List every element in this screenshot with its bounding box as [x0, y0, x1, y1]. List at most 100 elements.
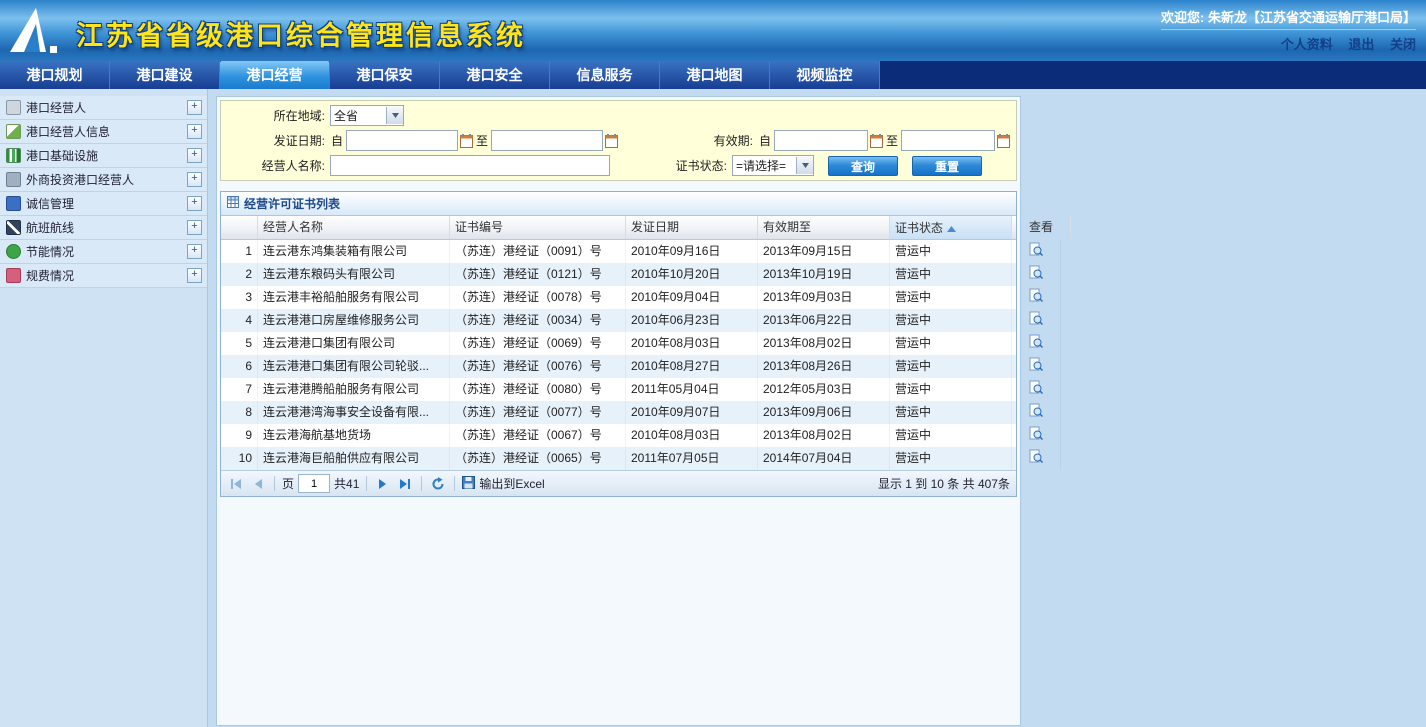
- region-select[interactable]: 全省: [330, 105, 404, 126]
- next-page-button[interactable]: [374, 475, 392, 493]
- cell-status: 营运中: [890, 286, 1012, 309]
- column-header-issue-date[interactable]: 发证日期: [626, 216, 758, 239]
- cell-cert-no: （苏连）港经证（0121）号: [450, 263, 626, 286]
- magnifier-icon: [1029, 356, 1043, 378]
- refresh-button[interactable]: [429, 475, 447, 493]
- first-page-button[interactable]: [227, 475, 245, 493]
- nav-tab-port-map[interactable]: 港口地图: [660, 61, 770, 89]
- cell-operator-name: 连云港港口集团有限公司轮驳...: [258, 355, 450, 378]
- nav-tab-port-safety[interactable]: 港口安全: [440, 61, 550, 89]
- table-row[interactable]: 10 连云港海巨船舶供应有限公司 （苏连）港经证（0065）号 2011年07月…: [221, 447, 1016, 470]
- cell-valid-until: 2014年07月04日: [758, 447, 890, 470]
- expand-button[interactable]: +: [187, 124, 202, 139]
- sidebar-item-energy-saving[interactable]: 节能情况 +: [0, 240, 207, 264]
- magnifier-icon: [1029, 310, 1043, 332]
- validity-from-input[interactable]: [774, 130, 868, 151]
- view-button[interactable]: [1012, 309, 1061, 332]
- view-button[interactable]: [1012, 355, 1061, 378]
- pagination-bar: 页 共41 输出到Excel: [221, 470, 1016, 496]
- operator-name-input[interactable]: [330, 155, 610, 176]
- calendar-icon[interactable]: [460, 134, 473, 148]
- main-panel: 所在地域: 全省 发证日期: 自 至: [216, 96, 1021, 726]
- view-button[interactable]: [1012, 240, 1061, 263]
- cell-operator-name: 连云港海巨船舶供应有限公司: [258, 447, 450, 470]
- issue-date-from-input[interactable]: [346, 130, 458, 151]
- nav-tab-port-planning[interactable]: 港口规划: [0, 61, 110, 89]
- sidebar-item-credit-management[interactable]: 诚信管理 +: [0, 192, 207, 216]
- export-excel-button[interactable]: 输出到Excel: [462, 475, 544, 492]
- fee-icon: [6, 268, 21, 283]
- expand-button[interactable]: +: [187, 100, 202, 115]
- view-button[interactable]: [1012, 401, 1061, 424]
- sidebar-item-foreign-investment-operators[interactable]: 外商投资港口经营人 +: [0, 168, 207, 192]
- nav-tab-info-service[interactable]: 信息服务: [550, 61, 660, 89]
- query-button[interactable]: 查询: [828, 156, 898, 176]
- nav-tab-port-operation[interactable]: 港口经营: [220, 61, 330, 89]
- total-pages-label: 共41: [334, 475, 359, 492]
- column-header-cert-no[interactable]: 证书编号: [450, 216, 626, 239]
- operator-name-label: 经营人名称:: [225, 157, 330, 174]
- column-header-status[interactable]: 证书状态: [890, 216, 1012, 239]
- view-button[interactable]: [1012, 263, 1061, 286]
- expand-button[interactable]: +: [187, 172, 202, 187]
- cell-valid-until: 2013年08月26日: [758, 355, 890, 378]
- view-button[interactable]: [1012, 378, 1061, 401]
- table-row[interactable]: 6 连云港港口集团有限公司轮驳... （苏连）港经证（0076）号 2010年0…: [221, 355, 1016, 378]
- cell-filler: [1061, 286, 1071, 309]
- calendar-icon[interactable]: [605, 134, 618, 148]
- table-row[interactable]: 9 连云港海航基地货场 （苏连）港经证（0067）号 2010年08月03日 2…: [221, 424, 1016, 447]
- search-row-dates: 发证日期: 自 至 有效期: 自 至: [225, 128, 1012, 153]
- page-input[interactable]: [298, 474, 330, 493]
- cell-status: 营运中: [890, 355, 1012, 378]
- save-icon: [462, 476, 475, 492]
- table-row[interactable]: 1 连云港东鸿集装箱有限公司 （苏连）港经证（0091）号 2010年09月16…: [221, 240, 1016, 263]
- table-row[interactable]: 7 连云港港腾船舶服务有限公司 （苏连）港经证（0080）号 2011年05月0…: [221, 378, 1016, 401]
- prev-page-button[interactable]: [249, 475, 267, 493]
- view-button[interactable]: [1012, 286, 1061, 309]
- profile-link[interactable]: 个人资料: [1281, 37, 1333, 52]
- table-row[interactable]: 2 连云港东粮码头有限公司 （苏连）港经证（0121）号 2010年10月20日…: [221, 263, 1016, 286]
- expand-button[interactable]: +: [187, 148, 202, 163]
- last-page-button[interactable]: [396, 475, 414, 493]
- validity-label: 有效期:: [693, 132, 758, 149]
- sidebar-item-port-infrastructure[interactable]: 港口基础设施 +: [0, 144, 207, 168]
- cell-index: 6: [221, 355, 258, 378]
- cert-status-select[interactable]: =请选择=: [732, 155, 814, 176]
- cell-status: 营运中: [890, 309, 1012, 332]
- cell-operator-name: 连云港港口房屋维修服务公司: [258, 309, 450, 332]
- search-row-region: 所在地域: 全省: [225, 103, 1012, 128]
- reset-button[interactable]: 重置: [912, 156, 982, 176]
- table-row[interactable]: 5 连云港港口集团有限公司 （苏连）港经证（0069）号 2010年08月03日…: [221, 332, 1016, 355]
- calendar-icon[interactable]: [870, 134, 883, 148]
- dropdown-arrow-icon: [386, 107, 403, 124]
- expand-button[interactable]: +: [187, 244, 202, 259]
- view-button[interactable]: [1012, 424, 1061, 447]
- logout-link[interactable]: 退出: [1348, 37, 1374, 52]
- validity-to-input[interactable]: [901, 130, 995, 151]
- nav-tab-port-construction[interactable]: 港口建设: [110, 61, 220, 89]
- view-button[interactable]: [1012, 447, 1061, 470]
- issue-date-to-input[interactable]: [491, 130, 603, 151]
- sidebar-item-port-operators[interactable]: 港口经营人 +: [0, 96, 207, 120]
- table-row[interactable]: 4 连云港港口房屋维修服务公司 （苏连）港经证（0034）号 2010年06月2…: [221, 309, 1016, 332]
- calendar-icon[interactable]: [997, 134, 1010, 148]
- nav-tab-port-security[interactable]: 港口保安: [330, 61, 440, 89]
- sidebar-item-fees[interactable]: 规费情况 +: [0, 264, 207, 288]
- expand-button[interactable]: +: [187, 196, 202, 211]
- nav-tab-video-monitor[interactable]: 视频监控: [770, 61, 880, 89]
- close-link[interactable]: 关闭: [1390, 37, 1416, 52]
- cell-issue-date: 2010年09月16日: [626, 240, 758, 263]
- view-button[interactable]: [1012, 332, 1061, 355]
- table-row[interactable]: 3 连云港丰裕船舶服务有限公司 （苏连）港经证（0078）号 2010年09月0…: [221, 286, 1016, 309]
- expand-button[interactable]: +: [187, 220, 202, 235]
- sidebar-item-shipping-routes[interactable]: 航班航线 +: [0, 216, 207, 240]
- column-header-valid-until[interactable]: 有效期至: [758, 216, 890, 239]
- cell-filler: [1061, 447, 1071, 470]
- column-header-filler: [1071, 216, 1081, 239]
- column-header-name[interactable]: 经营人名称: [258, 216, 450, 239]
- page-label: 页: [282, 475, 294, 492]
- cell-status: 营运中: [890, 332, 1012, 355]
- expand-button[interactable]: +: [187, 268, 202, 283]
- sidebar-item-operator-info[interactable]: 港口经营人信息 +: [0, 120, 207, 144]
- table-row[interactable]: 8 连云港港湾海事安全设备有限... （苏连）港经证（0077）号 2010年0…: [221, 401, 1016, 424]
